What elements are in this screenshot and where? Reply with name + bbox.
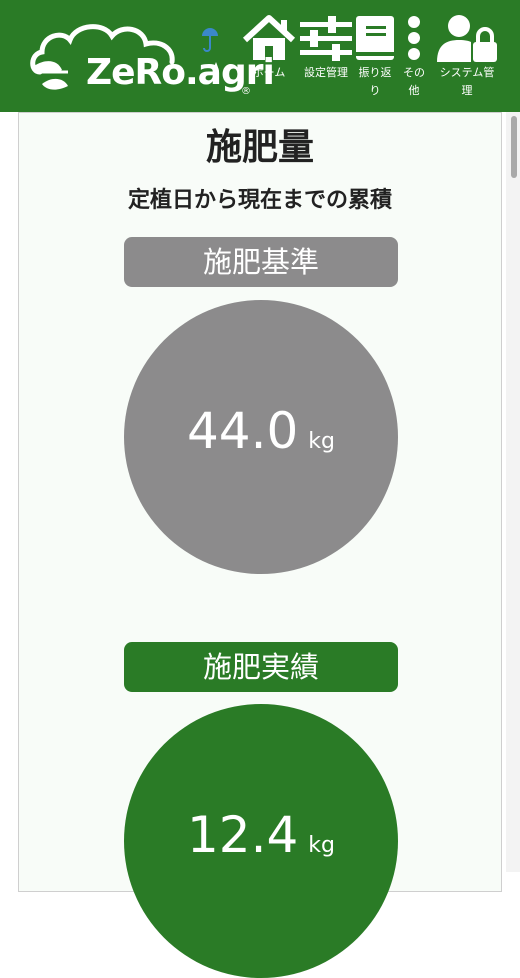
nav-item-home[interactable]: ホーム <box>238 14 300 82</box>
scrollbar-thumb[interactable] <box>511 116 517 178</box>
actual-value: 12.4 <box>186 806 299 864</box>
main-nav: ホーム 設定管理 振り返り その他 システム管理 <box>238 14 502 110</box>
standard-value-circle: 44.0 kg <box>124 300 398 574</box>
page-subtitle: 定植日から現在までの累積 <box>127 188 392 213</box>
standard-unit: kg <box>308 429 336 454</box>
home-icon <box>242 15 296 60</box>
sliders-icon <box>300 16 352 61</box>
nav-label-review: 振り返り <box>358 66 392 97</box>
nav-item-system[interactable]: システム管理 <box>432 14 502 100</box>
nav-label-home: ホーム <box>252 66 286 79</box>
nav-item-review[interactable]: 振り返り <box>352 14 398 100</box>
scrollbar-track[interactable] <box>506 112 520 872</box>
nav-item-settings[interactable]: 設定管理 <box>298 14 354 82</box>
nav-label-other: その他 <box>403 66 425 97</box>
standard-value: 44.0 <box>186 402 299 460</box>
page-title: 施肥量 <box>205 127 314 168</box>
more-icon <box>408 16 420 60</box>
nav-item-other[interactable]: その他 <box>398 14 430 100</box>
nav-label-system: システム管理 <box>439 66 495 97</box>
nav-label-settings: 設定管理 <box>304 66 348 79</box>
actual-value-circle: 12.4 kg <box>124 704 398 978</box>
app-header: ZeRo.agri ® ホーム 設定管理 振り返り その他 システム管理 <box>0 0 520 112</box>
app-logo[interactable]: ZeRo.agri ® <box>28 14 275 98</box>
book-icon <box>356 16 394 60</box>
user-lock-icon <box>437 15 497 62</box>
actual-label-badge: 施肥実績 <box>124 642 398 692</box>
standard-label-badge: 施肥基準 <box>124 237 398 287</box>
actual-unit: kg <box>308 833 336 858</box>
